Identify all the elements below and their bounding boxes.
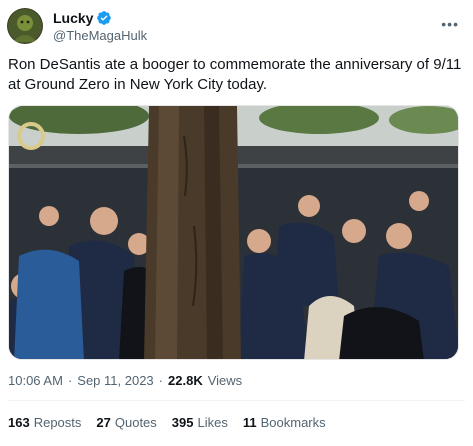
display-name[interactable]: Lucky: [53, 9, 93, 27]
likes-stat[interactable]: 395 Likes: [172, 415, 228, 430]
likes-label: Likes: [197, 415, 228, 430]
tweet-date[interactable]: Sep 11, 2023: [77, 373, 153, 388]
reposts-count: 163: [8, 415, 30, 430]
reposts-label: Reposts: [33, 415, 82, 430]
avatar[interactable]: [7, 8, 43, 44]
quotes-label: Quotes: [114, 415, 157, 430]
tweet-card: Lucky @TheMagaHulk ••• Ron DeSantis ate …: [0, 0, 473, 446]
meta-separator: ·: [67, 373, 73, 388]
verified-badge-icon: [96, 10, 112, 26]
video-frame: [9, 106, 458, 359]
quotes-count: 27: [96, 415, 111, 430]
tweet-text: Ron DeSantis ate a booger to commemorate…: [8, 56, 462, 93]
views-count: 22.8K: [168, 373, 203, 388]
likes-count: 395: [171, 415, 194, 430]
more-options-icon[interactable]: •••: [441, 16, 459, 32]
quotes-stat[interactable]: 27 Quotes: [96, 415, 156, 430]
tweet-time[interactable]: 10:06 AM: [8, 373, 63, 388]
divider: [8, 400, 465, 401]
name-row: Lucky: [53, 9, 147, 27]
tweet-meta: 10:06 AM · Sep 11, 2023 · 22.8K Views: [8, 373, 242, 388]
reposts-stat[interactable]: 163 Reposts: [8, 415, 81, 430]
views-label: Views: [207, 373, 243, 388]
meta-separator-2: ·: [158, 373, 164, 388]
tweet-media-video[interactable]: [8, 105, 459, 360]
tweet-stats: 163 Reposts 27 Quotes 395 Likes 11 Bookm…: [8, 415, 326, 430]
tweet-header: Lucky @TheMagaHulk •••: [6, 6, 473, 46]
author-names: Lucky @TheMagaHulk: [53, 9, 147, 44]
bookmarks-label: Bookmarks: [260, 415, 326, 430]
bookmarks-stat[interactable]: 11 Bookmarks: [243, 415, 326, 430]
bookmarks-count: 11: [242, 415, 257, 430]
author-handle[interactable]: @TheMagaHulk: [53, 27, 147, 44]
